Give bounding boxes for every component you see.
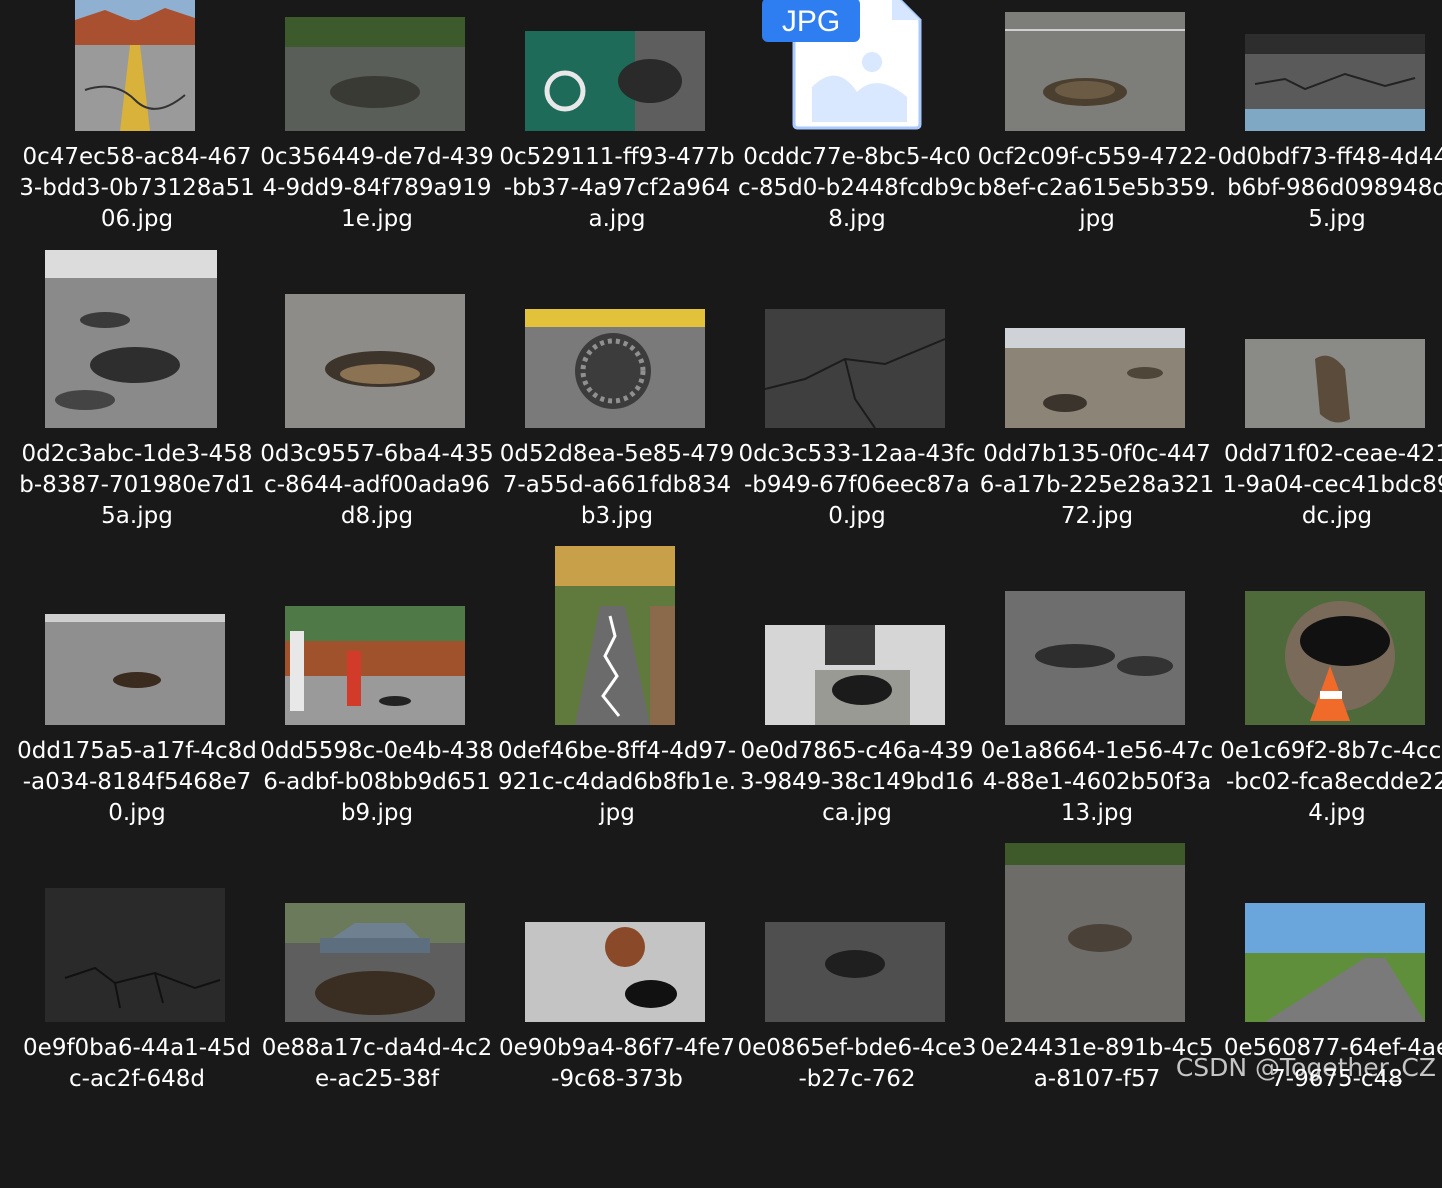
pothole-icon <box>1245 339 1425 428</box>
manhole-icon <box>1005 12 1185 131</box>
file-name: 0e90b9a4-86f7-4fe7-9c68-373b <box>498 1035 736 1092</box>
file-name: 0e88a17c-da4d-4c2e-ac25-38f <box>261 1035 493 1092</box>
street-potholes-icon <box>45 250 217 428</box>
file-item[interactable]: 0d3c9557-6ba4-435c-8644-adf00ada96d8.jpg <box>257 294 497 594</box>
file-item[interactable]: 0cf2c09f-c559-4722-b8ef-c2a615e5b359.jpg <box>977 0 1217 297</box>
pothole-icon <box>285 17 465 131</box>
crack-icon <box>765 309 945 428</box>
jpg-file-icon: JPG <box>762 0 924 130</box>
drain-grate-icon <box>525 309 705 428</box>
file-name: 0dd5598c-0e4b-4386-adbf-b08bb9d651b9.jpg <box>260 738 494 826</box>
cracked-asphalt-icon <box>45 888 225 1022</box>
highway-icon <box>1245 903 1425 1022</box>
file-name: 0def46be-8ff4-4d97-921c-c4dad6b8fb1e.jpg <box>497 738 737 826</box>
file-name: 0e0d7865-c46a-4393-9849-38c149bd16ca.jpg <box>739 738 975 826</box>
path-icon <box>555 546 675 725</box>
pothole-icon <box>1005 328 1185 428</box>
jpg-label: JPG <box>782 5 840 38</box>
manhole-open-icon <box>525 922 705 1022</box>
file-item[interactable]: 0e0d7865-c46a-4393-9849-38c149bd16ca.jpg <box>737 594 977 891</box>
file-item[interactable]: 0dd71f02-ceae-4211-9a04-cec41bdc89dc.jpg <box>1217 297 1442 594</box>
car-pothole-icon <box>285 903 465 1022</box>
file-grid: 0c47ec58-ac84-4673-bdd3-0b73128a5106.jpg… <box>0 0 1442 1094</box>
file-name: 0e1c69f2-8b7c-4ccc-bc02-fca8ecdde224.jpg <box>1220 738 1442 826</box>
file-item[interactable]: 0dd5598c-0e4b-4386-adbf-b08bb9d651b9.jpg <box>257 594 497 891</box>
manhole-icon <box>45 614 225 725</box>
file-name: 0d52d8ea-5e85-4797-a55d-a661fdb834b3.jpg <box>499 441 735 529</box>
file-item[interactable]: 0e0865ef-bde6-4ce3-b27c-762 <box>737 891 977 1188</box>
file-item[interactable]: 0dd7b135-0f0c-4476-a17b-225e28a32172.jpg <box>977 297 1217 594</box>
watermark: CSDN @Together_CZ <box>1175 1053 1436 1082</box>
file-item[interactable]: 0e1c69f2-8b7c-4ccc-bc02-fca8ecdde224.jpg <box>1217 591 1442 891</box>
file-item[interactable]: 0e560877-64ef-4ae7-9675-c48 <box>1217 891 1442 1188</box>
file-item[interactable]: 0dd175a5-a17f-4c8d-a034-8184f5468e70.jpg <box>17 594 257 891</box>
file-item[interactable]: 0e9f0ba6-44a1-45dc-ac2f-648d <box>17 888 257 1188</box>
file-item[interactable]: 0def46be-8ff4-4d97-921c-c4dad6b8fb1e.jpg <box>497 546 737 891</box>
file-name: 0e1a8664-1e56-47c4-88e1-4602b50f3a13.jpg <box>980 738 1214 826</box>
cracked-road-icon <box>1245 34 1425 131</box>
file-item[interactable]: 0c529111-ff93-477b-bb37-4a97cf2a964a.jpg <box>497 0 737 297</box>
road-icon <box>75 0 195 131</box>
file-item[interactable]: 0e24431e-891b-4c5a-8107-f57 <box>977 843 1217 1188</box>
bike-lane-pothole-icon <box>525 31 705 131</box>
file-name: 0d2c3abc-1de3-458b-8387-701980e7d15a.jpg <box>19 441 255 529</box>
file-name: 0dd71f02-ceae-4211-9a04-cec41bdc89dc.jpg <box>1222 441 1442 529</box>
pothole-icon <box>765 922 945 1022</box>
file-name: 0e9f0ba6-44a1-45dc-ac2f-648d <box>23 1035 251 1092</box>
file-name: 0d3c9557-6ba4-435c-8644-adf00ada96d8.jpg <box>260 441 494 529</box>
file-name: 0cddc77e-8bc5-4c0c-85d0-b2448fcdb9c8.jpg <box>737 144 977 232</box>
pothole-icon <box>1005 591 1185 725</box>
file-item[interactable]: 0e88a17c-da4d-4c2e-ac25-38f <box>257 891 497 1188</box>
pothole-icon <box>285 294 465 428</box>
file-name: 0d0bdf73-ff48-4d44-b6bf-986d098948d5.jpg <box>1217 144 1442 232</box>
manhole-cone-icon <box>1245 591 1425 725</box>
file-item[interactable]: 0dc3c533-12aa-43fc-b949-67f06eec87a0.jpg <box>737 297 977 594</box>
file-name: 0c356449-de7d-4394-9dd9-84f789a9191e.jpg <box>260 144 494 232</box>
file-name: 0e0865ef-bde6-4ce3-b27c-762 <box>737 1035 977 1092</box>
manhole-open-icon <box>765 625 945 725</box>
file-item[interactable]: 0c356449-de7d-4394-9dd9-84f789a9191e.jpg <box>257 0 497 297</box>
pothole-icon <box>1005 843 1185 1022</box>
file-item[interactable]: 0d2c3abc-1de3-458b-8387-701980e7d15a.jpg <box>17 250 257 594</box>
file-name: 0c47ec58-ac84-4673-bdd3-0b73128a5106.jpg <box>19 144 255 232</box>
file-name: 0dc3c533-12aa-43fc-b949-67f06eec87a0.jpg <box>738 441 976 529</box>
workers-icon <box>285 606 465 725</box>
file-name: 0dd7b135-0f0c-4476-a17b-225e28a32172.jpg <box>979 441 1215 529</box>
file-item[interactable]: 0d0bdf73-ff48-4d44-b6bf-986d098948d5.jpg <box>1217 0 1442 297</box>
file-name: 0c529111-ff93-477b-bb37-4a97cf2a964a.jpg <box>499 144 735 232</box>
file-item[interactable]: 0e90b9a4-86f7-4fe7-9c68-373b <box>497 891 737 1188</box>
file-name: 0cf2c09f-c559-4722-b8ef-c2a615e5b359.jpg <box>977 144 1217 232</box>
file-name: 0dd175a5-a17f-4c8d-a034-8184f5468e70.jpg <box>17 738 257 826</box>
